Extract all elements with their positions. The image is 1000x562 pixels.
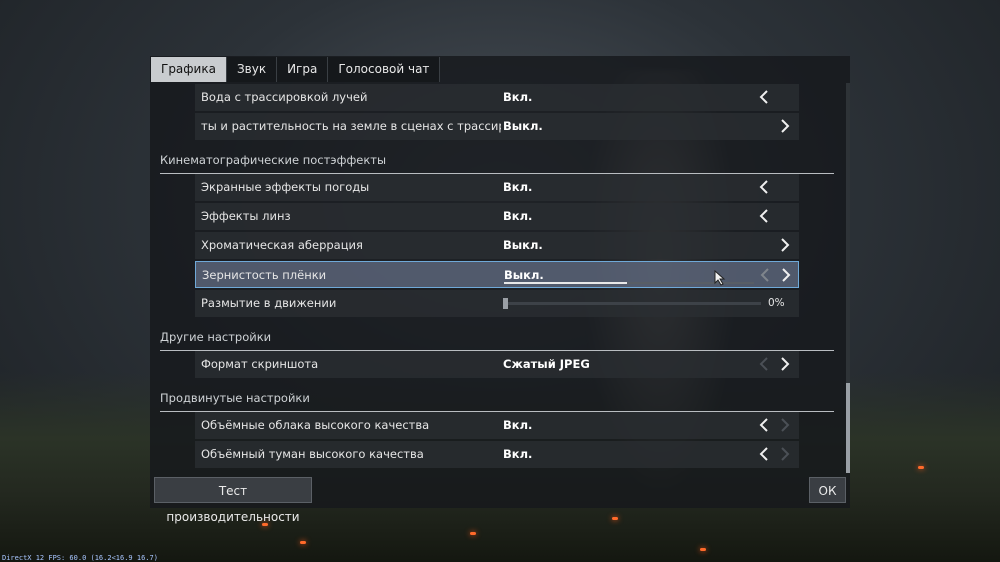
ok-button[interactable]: ОК <box>809 477 846 503</box>
chevron-left-icon[interactable] <box>757 88 773 106</box>
chevron-left-icon[interactable] <box>757 445 773 463</box>
chevron-left-icon[interactable] <box>757 207 773 225</box>
setting-row-lens-effects[interactable]: Эффекты линз Вкл. <box>195 203 799 230</box>
setting-value: Вкл. <box>503 90 533 104</box>
chevron-right-icon[interactable] <box>777 416 793 434</box>
background-ember <box>470 532 476 535</box>
setting-label: Эффекты линз <box>201 209 291 223</box>
chevron-right-icon[interactable] <box>777 445 793 463</box>
setting-row-chromatic-aberration[interactable]: Хроматическая аберрация Выкл. <box>195 232 799 259</box>
setting-value: Вкл. <box>503 447 533 461</box>
tab-voice-chat[interactable]: Голосовой чат <box>328 57 441 82</box>
setting-row-weather-effects[interactable]: Экранные эффекты погоды Вкл. <box>195 174 799 201</box>
chevron-left-icon[interactable] <box>758 266 774 284</box>
setting-label: Зернистость плёнки <box>202 268 327 282</box>
setting-label: Объёмные облака высокого качества <box>201 418 430 432</box>
chevron-right-icon[interactable] <box>777 236 793 254</box>
setting-value: Выкл. <box>503 238 543 252</box>
background-ember <box>700 548 706 551</box>
setting-row-volumetric-clouds[interactable]: Объёмные облака высокого качества Вкл. <box>195 412 799 439</box>
setting-label: Объёмный туман высокого качества <box>201 447 424 461</box>
background-ember <box>300 541 306 544</box>
setting-value: Выкл. <box>504 268 544 282</box>
motion-blur-slider-track[interactable] <box>503 302 761 305</box>
tab-bar: Графика Звук Игра Голосовой чат <box>151 57 441 82</box>
background-ember <box>918 466 924 469</box>
setting-value: Вкл. <box>503 180 533 194</box>
option-progress-fill <box>504 282 627 284</box>
mouse-cursor-icon <box>714 269 726 290</box>
setting-label: Экранные эффекты погоды <box>201 180 370 194</box>
slider-value: 0% <box>768 297 785 309</box>
setting-value: Выкл. <box>503 119 543 133</box>
chevron-right-icon[interactable] <box>777 355 793 373</box>
section-header-other: Другие настройки <box>160 328 834 351</box>
section-header-advanced: Продвинутые настройки <box>160 389 834 412</box>
chevron-left-icon[interactable] <box>757 178 773 196</box>
setting-row-motion-blur[interactable]: Размытие в движении 0% <box>195 290 799 317</box>
scrollbar-thumb[interactable] <box>846 383 850 473</box>
setting-label: ты и растительность на земле в сценах с … <box>201 119 501 133</box>
setting-value: Вкл. <box>503 418 533 432</box>
chevron-left-icon[interactable] <box>757 416 773 434</box>
chevron-right-icon[interactable] <box>777 117 793 135</box>
setting-label: Хроматическая аберрация <box>201 238 363 252</box>
section-header-cinematic: Кинематографические постэффекты <box>160 151 834 174</box>
motion-blur-slider-handle[interactable] <box>503 298 508 309</box>
setting-label: Размытие в движении <box>201 296 337 310</box>
chevron-right-icon[interactable] <box>778 266 794 284</box>
tab-graphics[interactable]: Графика <box>151 57 227 82</box>
setting-row-raytraced-water[interactable]: Вода с трассировкой лучей Вкл. <box>195 84 799 111</box>
tab-sound[interactable]: Звук <box>226 57 278 82</box>
chevron-left-icon[interactable] <box>757 355 773 373</box>
fps-counter: DirectX 12 FPS: 60.0 (16.2<16.9 16.7) <box>2 554 158 562</box>
setting-value: Сжатый JPEG <box>503 357 590 371</box>
setting-row-film-grain[interactable]: Зернистость плёнки Выкл. <box>195 261 799 288</box>
setting-row-raytraced-vegetation[interactable]: ты и растительность на земле в сценах с … <box>195 113 799 140</box>
tab-game[interactable]: Игра <box>277 57 329 82</box>
settings-scrollbar[interactable] <box>846 83 850 473</box>
setting-row-screenshot-format[interactable]: Формат скриншота Сжатый JPEG <box>195 351 799 378</box>
setting-label: Формат скриншота <box>201 357 319 371</box>
background-ember <box>612 517 618 520</box>
setting-value: Вкл. <box>503 209 533 223</box>
benchmark-button[interactable]: Тест производительности <box>154 477 312 524</box>
setting-label: Вода с трассировкой лучей <box>201 90 368 104</box>
setting-row-volumetric-fog[interactable]: Объёмный туман высокого качества Вкл. <box>195 441 799 468</box>
